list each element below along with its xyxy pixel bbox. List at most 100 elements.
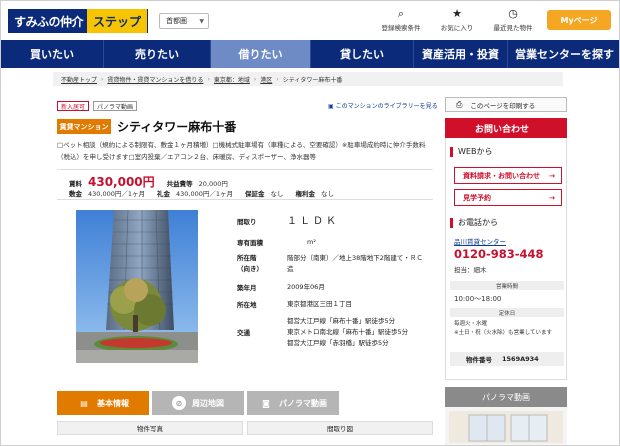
favorites-link[interactable]: ★ お気に入り [427, 7, 487, 32]
spec-value: １ＬＤＫ [287, 216, 339, 227]
visit-label: 見学予約 [463, 193, 491, 202]
chevron-down-icon: ▼ [199, 17, 204, 25]
visit-button[interactable]: 見学予約 → [454, 189, 562, 206]
mypage-button[interactable]: Myページ [547, 10, 611, 30]
floorplan-heading: 間取り図 [247, 421, 433, 435]
logo-sub: ステップ [87, 9, 148, 33]
tab-label: 基本情報 [97, 398, 129, 408]
property-id-value: 1569A934 [502, 355, 539, 363]
access-line: 東京メトロ南北線「麻布十番」駅徒歩5分 [287, 328, 409, 336]
nav-lease[interactable]: 貸したい [311, 40, 414, 68]
main-nav: 買いたい 売りたい 借りたい 貸したい 資産活用・投資 営業センターを探す [1, 40, 619, 68]
panorama-header: パノラマ動画 [445, 387, 567, 407]
site-logo[interactable]: すみふの仲介 ステップ [8, 9, 148, 33]
saved-search-label: 登録検索条件 [381, 24, 421, 32]
spec-label: 所在階（向き） [237, 254, 263, 273]
library-label: このマンションのライブラリーを見る [335, 103, 438, 110]
property-id-row: 物件番号 1569A934 [450, 352, 564, 366]
spec-value: 階部分（南東）／地上38階地下2階建て・ＲＣ造 [287, 254, 423, 273]
breadcrumb-item[interactable]: 不動産トップ [61, 75, 97, 84]
spec-value: 2009年06月 [287, 283, 325, 291]
hours-label: 営業時間 [450, 281, 564, 290]
detail-tabs: ▤ 基本情報 ⊘ 周辺地図 ◙ パノラマ動画 [57, 391, 433, 415]
breadcrumb-item[interactable]: 賃貸物件・賃貸マンションを借りる [107, 75, 203, 84]
tower-image [76, 210, 198, 363]
tab-label: 周辺地図 [192, 398, 224, 408]
spec-row: 築年月 2009年06月 [237, 282, 437, 296]
request-label: 資料請求・お問い合わせ [463, 171, 540, 180]
logo-main: すみふの仲介 [14, 14, 84, 29]
arrow-right-icon: → [549, 171, 555, 180]
arrow-right-icon: → [549, 193, 555, 202]
search-icon: ⌕ [397, 7, 405, 20]
common-value: 20,000円 [198, 180, 228, 188]
camera-icon: ◙ [262, 398, 270, 408]
nav-rent[interactable]: 借りたい [211, 40, 311, 68]
property-photo[interactable] [76, 210, 198, 363]
center-link[interactable]: 品川賃貸センター [454, 236, 506, 246]
breadcrumb-item[interactable]: 港区 [260, 75, 272, 84]
panorama-thumbnail[interactable] [445, 407, 567, 445]
spec-row: 間取り １ＬＤＫ [237, 216, 437, 230]
guarantee-label: 保証金 [245, 190, 265, 198]
breadcrumb: 不動産トップ › 賃貸物件・賃貸マンションを借りる › 東京都：地域 › 港区 › シテ… [53, 72, 563, 86]
library-icon: ▣ [328, 103, 336, 110]
tab-basic-info[interactable]: ▤ 基本情報 [57, 391, 149, 415]
page: すみふの仲介 ステップ 首都圏 ▼ ⌕ 登録検索条件 ★ お気に入り ◷ 最近見… [0, 0, 620, 446]
type-badge: 賃貸マンション [57, 119, 111, 134]
prefecture-select[interactable]: 首都圏 ▼ [159, 13, 209, 29]
web-heading: WEBから [450, 147, 492, 157]
tab-map[interactable]: ⊘ 周辺地図 [152, 391, 244, 415]
top-bar: すみふの仲介 ステップ 首都圏 ▼ ⌕ 登録検索条件 ★ お気に入り ◷ 最近見… [1, 1, 619, 39]
spec-value: 東京都港区三田１丁目 [287, 300, 352, 308]
document-icon: ▤ [80, 398, 88, 408]
guarantee-value: なし [270, 190, 284, 198]
prefecture-value: 首都圏 [166, 17, 187, 25]
property-description: □ペット相談（規約による制限有、敷金１ヶ月積増）□機械式駐車場有（車種による、空… [57, 141, 426, 161]
rights-value: なし [321, 190, 335, 198]
tab-panorama[interactable]: ◙ パノラマ動画 [247, 391, 339, 415]
nav-invest[interactable]: 資産活用・投資 [414, 40, 508, 68]
breadcrumb-current: シティタワー麻布十番 [282, 76, 343, 84]
spec-value: m² [307, 238, 316, 246]
breadcrumb-item[interactable]: 東京都：地域 [214, 75, 250, 84]
compass-icon: ⊘ [172, 396, 186, 410]
staff-name: 担当：細木 [454, 266, 487, 274]
library-link[interactable]: ▣ このマンションのライブラリーを見る [328, 101, 438, 110]
deposit-value: 430,000円／1ヶ月 [88, 190, 146, 198]
printer-icon: ⎙ [456, 99, 463, 109]
spec-row: 所在地 東京都港区三田１丁目 [237, 299, 437, 313]
spec-row: 所在階（向き） 階部分（南東）／地上38階地下2階建て・ＲＣ造 [237, 253, 437, 277]
common-label: 共益費等 [166, 180, 193, 188]
nav-buy[interactable]: 買いたい [1, 40, 104, 68]
price-box: 賃料 430,000円 共益費等 20,000円 敷金 430,000円／1ヶ月… [57, 169, 433, 200]
photos-heading: 物件写真 [57, 421, 243, 435]
new-badge: 新入居可 [57, 101, 89, 111]
spec-label: 築年月 [237, 284, 257, 292]
inquiry-panel: WEBから 資料請求・お問い合わせ → 見学予約 → お電話から 品川賃貸センター … [445, 138, 567, 380]
key-label: 礼金 [157, 190, 171, 198]
spec-label: 交通 [237, 329, 250, 337]
clock-icon: ◷ [508, 7, 518, 20]
phone-number[interactable]: 0120-983-448 [454, 247, 544, 261]
recent-link[interactable]: ◷ 最近見た物件 [483, 7, 543, 32]
spec-row: 交通 都営大江戸線「麻布十番」駅徒歩5分 東京メトロ南北線「麻布十番」駅徒歩5分… [237, 316, 437, 352]
nav-center[interactable]: 営業センターを探す [508, 40, 619, 68]
print-label: このページを印刷する [470, 101, 536, 110]
rights-label: 権利金 [295, 190, 316, 198]
spec-label: 所在地 [237, 301, 257, 309]
saved-search-link[interactable]: ⌕ 登録検索条件 [371, 7, 431, 32]
print-button[interactable]: ⎙ このページを印刷する [445, 97, 567, 112]
inquiry-header: お問い合わせ [445, 118, 567, 138]
spec-row: 専有面積 m² [237, 237, 437, 251]
page-title: シティタワー麻布十番 [117, 120, 237, 134]
nav-sell[interactable]: 売りたい [104, 40, 211, 68]
favorites-label: お気に入り [440, 24, 474, 32]
property-id-label: 物件番号 [466, 356, 492, 364]
tab-label: パノラマ動画 [279, 398, 327, 408]
access-line: 都営大江戸線「麻布十番」駅徒歩5分 [287, 317, 396, 325]
deposit-label: 敷金 [69, 190, 82, 198]
holiday-value: 毎週火・水曜 ※土日・祝（火水除）も営業しています [454, 321, 552, 336]
spec-value: 都営大江戸線「麻布十番」駅徒歩5分 東京メトロ南北線「麻布十番」駅徒歩5分 都営… [287, 316, 427, 349]
request-button[interactable]: 資料請求・お問い合わせ → [454, 167, 562, 184]
